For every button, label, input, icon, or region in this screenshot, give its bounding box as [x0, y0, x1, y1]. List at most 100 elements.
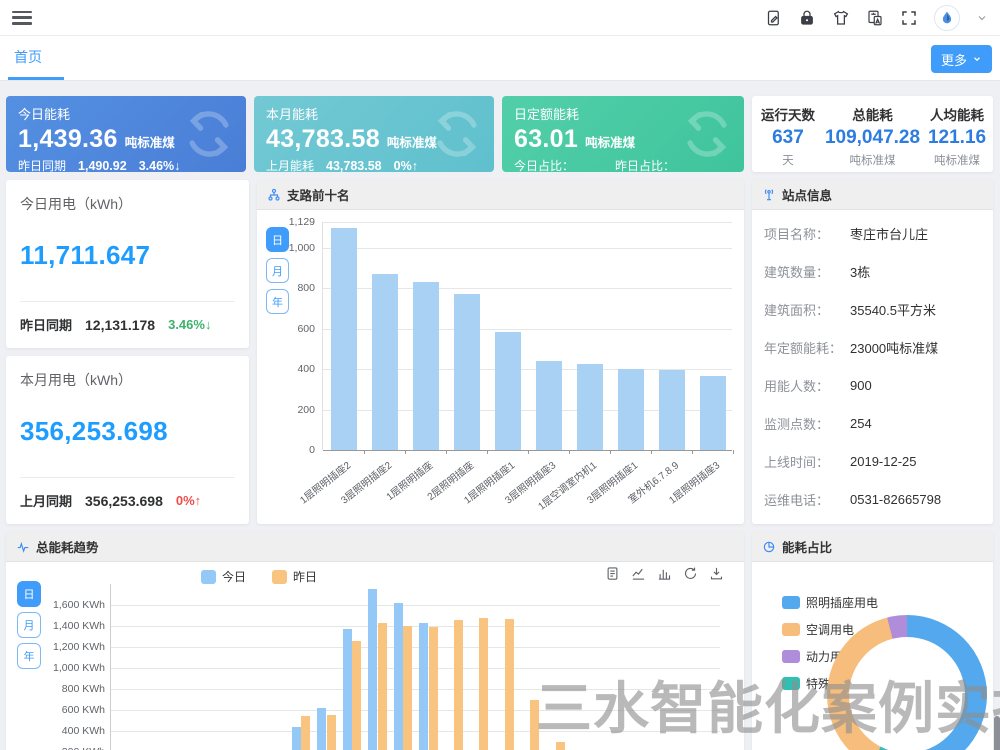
kpi-value: 1,439.36 [18, 125, 118, 154]
divider [20, 477, 235, 478]
bar-今日[interactable] [368, 589, 377, 750]
gridline [111, 689, 720, 690]
bar-昨日[interactable] [378, 623, 387, 750]
bar-昨日[interactable] [301, 716, 310, 750]
axis-tick [364, 450, 365, 454]
stat-running-days: 运行天数 637 天 [752, 104, 824, 172]
trend-plot: 0 KWh200 KWh400 KWh600 KWh800 KWh1,000 K… [110, 584, 720, 750]
y-axis-label: 600 [263, 323, 315, 335]
theme-icon[interactable] [832, 9, 850, 27]
legend-item-yesterday[interactable]: 昨日 [272, 568, 317, 585]
bar-今日[interactable] [419, 623, 428, 750]
bar[interactable] [577, 364, 603, 450]
stat-total-energy: 总能耗 109,047.28 吨标准煤 [824, 104, 921, 172]
chevron-down-icon[interactable] [976, 12, 988, 24]
gridline [111, 731, 720, 732]
panel-title: 能耗占比 [782, 537, 832, 556]
y-axis-label: 200 KWh [11, 746, 105, 750]
work-order-icon[interactable] [764, 9, 782, 27]
translate-icon[interactable] [866, 9, 884, 27]
bar-昨日[interactable] [505, 619, 514, 750]
y-axis-label: 200 [263, 404, 315, 416]
y-axis-label: 400 KWh [11, 725, 105, 737]
bar[interactable] [618, 369, 644, 450]
org-chart-icon [267, 188, 281, 202]
compare-percent: 0%↑ [176, 493, 201, 508]
kpi-sub-label: 昨日同期 [18, 157, 66, 172]
bar[interactable] [536, 361, 562, 450]
site-info-rows: 项目名称：枣庄市台儿庄建筑数量：3栋建筑面积：35540.5平方米年定额能耗：2… [752, 210, 993, 522]
divider [20, 301, 235, 302]
bar-昨日[interactable] [403, 626, 412, 750]
bar-昨日[interactable] [352, 641, 361, 750]
branch-plot: 02004006008001,0001,1291层照明插座23层照明插座21层照… [322, 222, 732, 450]
refresh-icon[interactable] [683, 566, 698, 581]
bar-今日[interactable] [292, 727, 301, 750]
legend-item[interactable]: 照明插座用电 [782, 594, 878, 611]
y-axis-label: 600 KWh [11, 704, 105, 716]
menu-icon[interactable] [12, 11, 32, 25]
fullscreen-icon[interactable] [900, 9, 918, 27]
bar[interactable] [495, 332, 521, 450]
bar-今日[interactable] [317, 708, 326, 750]
kpi-sub-label: 今日占比： [514, 159, 574, 172]
bar[interactable] [659, 370, 685, 450]
today-electricity-panel: 今日用电（kWh） 11,711.647 昨日同期 12,131.178 3.4… [6, 180, 249, 348]
gridline [323, 248, 732, 249]
y-axis-label: 400 [263, 363, 315, 375]
panel-title: 总能耗趋势 [36, 537, 99, 556]
site-info-panel: 站点信息 项目名称：枣庄市台儿庄建筑数量：3栋建筑面积：35540.5平方米年定… [752, 180, 993, 524]
bar-chart-icon[interactable] [657, 566, 672, 581]
month-electricity-panel: 本月用电（kWh） 356,253.698 上月同期 356,253.698 0… [6, 356, 249, 524]
bar-今日[interactable] [343, 629, 352, 750]
kpi-card-month-energy: 本月能耗 43,783.58吨标准煤 上月能耗43,783.580%↑ [254, 96, 494, 172]
panel-title: 站点信息 [782, 185, 832, 204]
kpi-sub-percent: 0%↑ [394, 159, 418, 173]
legend-item-today[interactable]: 今日 [201, 568, 246, 585]
gridline [111, 710, 720, 711]
site-info-row: 建筑面积：35540.5平方米 [764, 290, 981, 328]
scrollbar-thumb[interactable] [994, 716, 1000, 750]
bar-昨日[interactable] [454, 620, 463, 750]
bar[interactable] [454, 294, 480, 451]
usage-value: 356,253.698 [20, 416, 235, 447]
bar-昨日[interactable] [327, 715, 336, 750]
user-avatar[interactable] [934, 5, 960, 31]
line-chart-icon[interactable] [631, 566, 646, 581]
bar[interactable] [331, 228, 357, 450]
kpi-sub-label: 昨日占比： [615, 159, 675, 172]
axis-tick [569, 450, 570, 454]
bar-昨日[interactable] [429, 627, 438, 750]
kpi-unit: 吨标准煤 [585, 132, 635, 151]
bar[interactable] [700, 376, 726, 450]
bar-昨日[interactable] [479, 618, 488, 750]
lock-icon[interactable] [798, 9, 816, 27]
summary-stats-panel: 运行天数 637 天 总能耗 109,047.28 吨标准煤 人均能耗 121.… [752, 96, 993, 172]
more-button[interactable]: 更多 [931, 45, 992, 73]
antenna-icon [762, 188, 776, 202]
gridline [111, 647, 720, 648]
y-axis-label: 1,000 [263, 242, 315, 254]
kpi-value: 63.01 [514, 125, 578, 154]
axis-tick [446, 450, 447, 454]
axis-tick [692, 450, 693, 454]
data-view-icon[interactable] [605, 566, 620, 581]
x-axis-label: 1层照明插座3 [641, 457, 723, 525]
compare-value: 356,253.698 [85, 493, 163, 509]
panel-title: 支路前十名 [287, 185, 350, 204]
download-icon[interactable] [709, 566, 724, 581]
bar[interactable] [413, 282, 439, 450]
gridline [111, 626, 720, 627]
bar-昨日[interactable] [556, 742, 565, 750]
usage-title: 本月用电（kWh） [20, 370, 235, 390]
kpi-sub-label: 上月能耗 [266, 157, 314, 172]
tab-home[interactable]: 首页 [14, 36, 42, 78]
kpi-card-daily-quota-energy: 日定额能耗 63.01吨标准煤 今日占比：2,284.2% 昨日占比：2,366… [502, 96, 744, 172]
bar[interactable] [372, 274, 398, 450]
bar-昨日[interactable] [530, 700, 539, 750]
axis-tick [487, 450, 488, 454]
site-info-row: 项目名称：枣庄市台儿庄 [764, 214, 981, 252]
period-month-button[interactable]: 月 [266, 258, 289, 283]
site-info-row: 上线时间：2019-12-25 [764, 442, 981, 480]
bar-今日[interactable] [394, 603, 403, 750]
